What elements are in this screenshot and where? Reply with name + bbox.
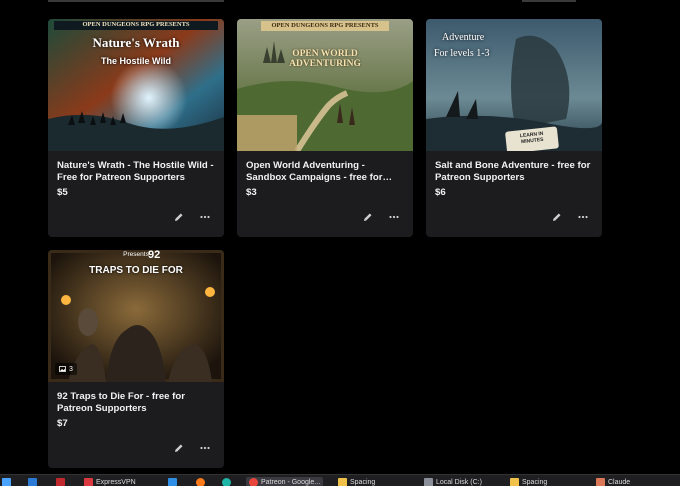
- drive-icon: [424, 477, 433, 486]
- taskbar-folder-spacing[interactable]: Spacing: [338, 477, 375, 486]
- taskbar-app[interactable]: [28, 477, 37, 486]
- top-divider: [48, 0, 224, 2]
- product-card[interactable]: Presents 92 TRAPS TO DIE FOR 3 92 Traps …: [48, 250, 224, 468]
- product-card[interactable]: OPEN DUNGEONS RPG PRESENTS Nature's Wrat…: [48, 19, 224, 237]
- product-title[interactable]: Open World Adventuring - Sandbox Campaig…: [246, 160, 408, 184]
- app-icon: [56, 477, 65, 486]
- vscode-icon: [168, 477, 177, 486]
- product-title[interactable]: Salt and Bone Adventure - free for Patre…: [435, 160, 597, 184]
- product-card[interactable]: OPEN DUNGEONS RPG PRESENTS OPEN WORLD AD…: [237, 19, 413, 237]
- thumbnail-subheading: The Hostile Wild: [101, 56, 171, 66]
- card-actions: [172, 210, 212, 224]
- taskbar-item-label: Claude: [608, 478, 631, 486]
- product-card[interactable]: Adventure For levels 1-3 LEARN IN MINUTE…: [426, 19, 602, 237]
- thumbnail-banner: OPEN DUNGEONS RPG PRESENTS: [82, 21, 190, 28]
- top-divider-strip: [0, 0, 680, 8]
- taskbar-app-chrome[interactable]: Patreon - Google...: [246, 477, 324, 486]
- thumbnail-heading: OPEN WORLD ADVENTURING: [289, 49, 361, 69]
- taskbar-app[interactable]: [196, 477, 205, 486]
- firefox-icon: [196, 477, 205, 486]
- chrome-icon: [249, 477, 258, 486]
- product-price: $6: [435, 187, 446, 198]
- taskbar-item-label: Spacing: [522, 478, 548, 486]
- top-divider: [522, 0, 576, 2]
- taskbar-item-label: Patreon - Google...: [261, 478, 321, 486]
- card-actions: [550, 210, 590, 224]
- more-options-icon[interactable]: [198, 210, 212, 224]
- product-thumbnail[interactable]: Presents 92 TRAPS TO DIE FOR 3: [48, 250, 224, 382]
- taskbar-app-claude[interactable]: Claude: [596, 477, 630, 486]
- product-title[interactable]: 92 Traps to Die For - free for Patreon S…: [57, 391, 219, 415]
- thumbnail-heading: Nature's Wrath: [92, 35, 180, 50]
- folder-icon: [338, 477, 347, 486]
- windows-icon: [2, 477, 11, 486]
- os-taskbar: ExpressVPN Patreon - Google... Spacing L…: [0, 474, 680, 486]
- product-price: $5: [57, 187, 68, 198]
- taskbar-app-expressvpn[interactable]: ExpressVPN: [84, 477, 136, 486]
- product-thumbnail[interactable]: Adventure For levels 1-3 LEARN IN MINUTE…: [426, 19, 602, 151]
- taskbar-item-label: Local Disk (C:): [436, 478, 482, 486]
- taskbar-app[interactable]: [56, 477, 65, 486]
- thumbnail-subheading: TRAPS TO DIE FOR: [89, 265, 183, 276]
- expressvpn-icon: [84, 477, 93, 486]
- app-icon: [28, 477, 37, 486]
- taskbar-start-button[interactable]: [2, 477, 11, 486]
- thumbnail-heading: 92: [148, 250, 161, 261]
- card-actions: [361, 210, 401, 224]
- claude-icon: [596, 477, 605, 486]
- product-title[interactable]: Nature's Wrath - The Hostile Wild - Free…: [57, 160, 219, 184]
- edit-pencil-icon[interactable]: [172, 210, 186, 224]
- image-count: 3: [69, 365, 73, 373]
- edge-icon: [222, 477, 231, 486]
- thumbnail-subheading: For levels 1-3: [434, 48, 490, 59]
- product-price: $3: [246, 187, 257, 198]
- product-thumbnail[interactable]: OPEN DUNGEONS RPG PRESENTS OPEN WORLD AD…: [237, 19, 413, 151]
- product-thumbnail[interactable]: OPEN DUNGEONS RPG PRESENTS Nature's Wrat…: [48, 19, 224, 151]
- thumbnail-banner: Presents: [123, 251, 149, 258]
- card-actions: [172, 441, 212, 455]
- image-count-badge: 3: [55, 363, 77, 375]
- folder-icon: [510, 477, 519, 486]
- product-price: $7: [57, 418, 68, 429]
- taskbar-app[interactable]: [168, 477, 177, 486]
- more-options-icon[interactable]: [198, 441, 212, 455]
- more-options-icon[interactable]: [576, 210, 590, 224]
- taskbar-folder-local-disk[interactable]: Local Disk (C:): [424, 477, 482, 486]
- taskbar-folder-spacing[interactable]: Spacing: [510, 477, 547, 486]
- more-options-icon[interactable]: [387, 210, 401, 224]
- edit-pencil-icon[interactable]: [361, 210, 375, 224]
- taskbar-item-label: Spacing: [350, 478, 376, 486]
- edit-pencil-icon[interactable]: [550, 210, 564, 224]
- taskbar-app[interactable]: [222, 477, 231, 486]
- image-icon: [59, 366, 66, 372]
- thumbnail-banner: OPEN DUNGEONS RPG PRESENTS: [271, 22, 379, 29]
- taskbar-item-label: ExpressVPN: [96, 478, 136, 486]
- edit-pencil-icon[interactable]: [172, 441, 186, 455]
- thumbnail-heading: Adventure: [442, 32, 485, 43]
